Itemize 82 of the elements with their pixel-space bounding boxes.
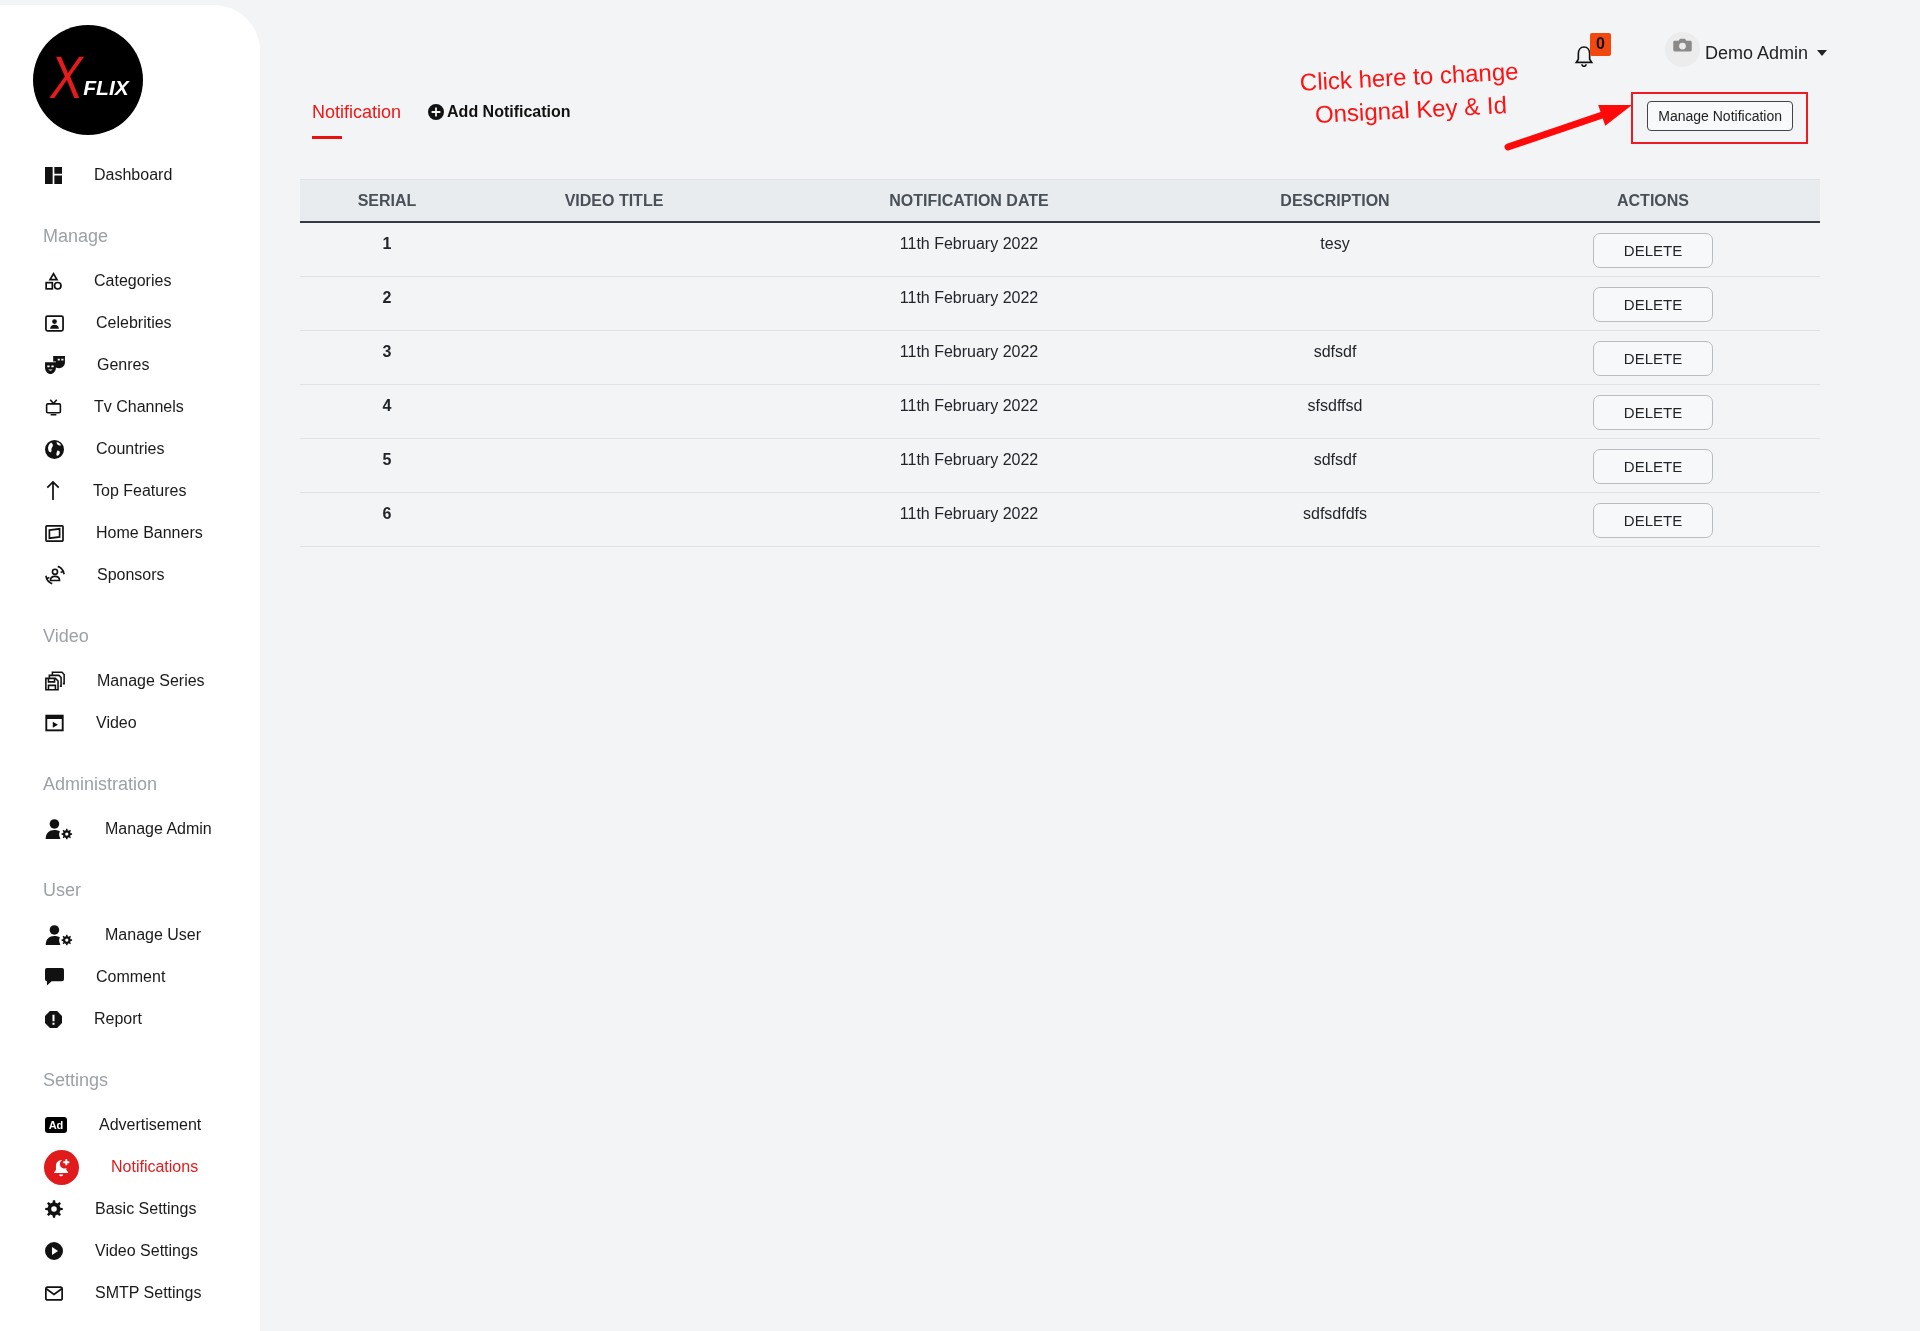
table-cell-text: sdfsdf: [1313, 450, 1357, 470]
section-heading: User: [42, 879, 82, 902]
column-header: ACTIONS: [1617, 191, 1689, 210]
floppy-disk-stack-icon: [45, 671, 65, 691]
section-heading: Manage: [42, 225, 110, 248]
column-header: NOTIFICATION DATE: [889, 191, 1049, 210]
sidebar-item[interactable]: Sponsors: [0, 554, 260, 596]
caret-icon: [1817, 50, 1827, 56]
sidebar-item[interactable]: Video: [0, 702, 260, 744]
speech-bubble-icon: [45, 968, 64, 986]
table-cell-text: 11th February 2022: [899, 288, 1039, 308]
sidebar-item[interactable]: Tv Channels: [0, 386, 260, 428]
bell-plus-icon: [44, 1149, 79, 1185]
table-cell-text: 11th February 2022: [899, 396, 1039, 416]
column-header: VIDEO TITLE: [564, 191, 664, 210]
sidebar-item[interactable]: Manage User: [0, 914, 260, 956]
sidebar-item[interactable]: Basic Settings: [0, 1188, 260, 1230]
tab[interactable]: Add Notification: [428, 92, 571, 139]
table-cell-text: sfsdffsd: [1307, 396, 1363, 416]
person-arrows-icon: [45, 565, 65, 585]
tab[interactable]: Notification: [312, 92, 402, 139]
sidebar-item[interactable]: SMTP Settings: [0, 1272, 260, 1314]
theater-masks-icon: [45, 355, 65, 375]
table-cell-text: sdfsdf: [1313, 342, 1357, 362]
notifications-button[interactable]: 0: [1573, 32, 1611, 67]
table-cell-text: 11th February 2022: [899, 504, 1039, 524]
delete-button[interactable]: DELETE: [1593, 503, 1713, 538]
sidebar-item[interactable]: Comment: [0, 956, 260, 998]
tv-icon: [45, 398, 62, 416]
sidebar-item[interactable]: Manage Admin: [0, 808, 260, 850]
ad-icon: Ad: [45, 1117, 67, 1133]
sidebar-item[interactable]: Ad Advertisement: [0, 1104, 260, 1146]
section-heading: Video: [42, 625, 90, 648]
sidebar-item[interactable]: Notifications: [0, 1146, 260, 1188]
delete-button[interactable]: DELETE: [1593, 449, 1713, 484]
portrait-icon: [45, 314, 64, 332]
sidebar-item[interactable]: Video Settings: [0, 1230, 260, 1272]
table-cell-text: tesy: [1320, 234, 1350, 254]
mail-icon: [45, 1285, 63, 1301]
column-header: DESCRIPTION: [1280, 191, 1390, 210]
sidebar-item[interactable]: Report: [0, 998, 260, 1040]
sidebar-item[interactable]: Countries: [0, 428, 260, 470]
clapperboard-play-icon: [45, 714, 64, 732]
table-cell-text: sdfsdfdfs: [1303, 504, 1367, 524]
globe-icon: [45, 439, 64, 459]
sidebar-item[interactable]: Manage Series: [0, 660, 260, 702]
table-cell-text: 11th February 2022: [899, 234, 1039, 254]
section-heading: Settings: [42, 1069, 110, 1092]
dashboard-icon: [45, 166, 62, 184]
picture-frame-icon: [45, 524, 64, 542]
table-cell-text: 3: [382, 342, 392, 362]
bell-icon: [1573, 45, 1594, 67]
table-cell-text: 2: [382, 288, 392, 308]
sidebar-item[interactable]: Celebrities: [0, 302, 260, 344]
delete-button[interactable]: DELETE: [1593, 287, 1713, 322]
annotation-text: Click here to change Onsignal Key & Id: [1298, 56, 1521, 130]
column-header: SERIAL: [357, 191, 417, 210]
table-cell-text: 6: [382, 504, 392, 524]
settings-icon: [45, 1200, 63, 1218]
delete-button[interactable]: DELETE: [1593, 395, 1713, 430]
delete-button[interactable]: DELETE: [1593, 341, 1713, 376]
sidebar-item[interactable]: Top Features: [0, 470, 260, 512]
table-cell-text: 4: [382, 396, 392, 416]
notification-count: 0: [1589, 32, 1611, 56]
user-gear-icon: [45, 924, 73, 946]
sidebar-item[interactable]: Home Banners: [0, 512, 260, 554]
camera-avatar-icon: [1664, 32, 1700, 67]
arrow-up-icon: [45, 481, 61, 501]
alert-icon: [45, 1010, 62, 1028]
shapes-icon: [45, 271, 62, 291]
sidebar-item[interactable]: Dashboard: [0, 154, 260, 196]
sidebar-item[interactable]: Categories: [0, 260, 260, 302]
manage-notification-button[interactable]: Manage Notification: [1647, 101, 1793, 131]
user-gear-icon: [45, 818, 73, 840]
table-cell-text: 11th February 2022: [899, 450, 1039, 470]
table-cell-text: 5: [382, 450, 392, 470]
table-cell-text: 1: [382, 234, 392, 254]
delete-button[interactable]: DELETE: [1593, 233, 1713, 268]
table-cell-text: 11th February 2022: [899, 342, 1039, 362]
user-menu[interactable]: Demo Admin: [1664, 32, 1827, 67]
section-heading: Administration: [42, 773, 159, 796]
sidebar-item[interactable]: Genres: [0, 344, 260, 386]
